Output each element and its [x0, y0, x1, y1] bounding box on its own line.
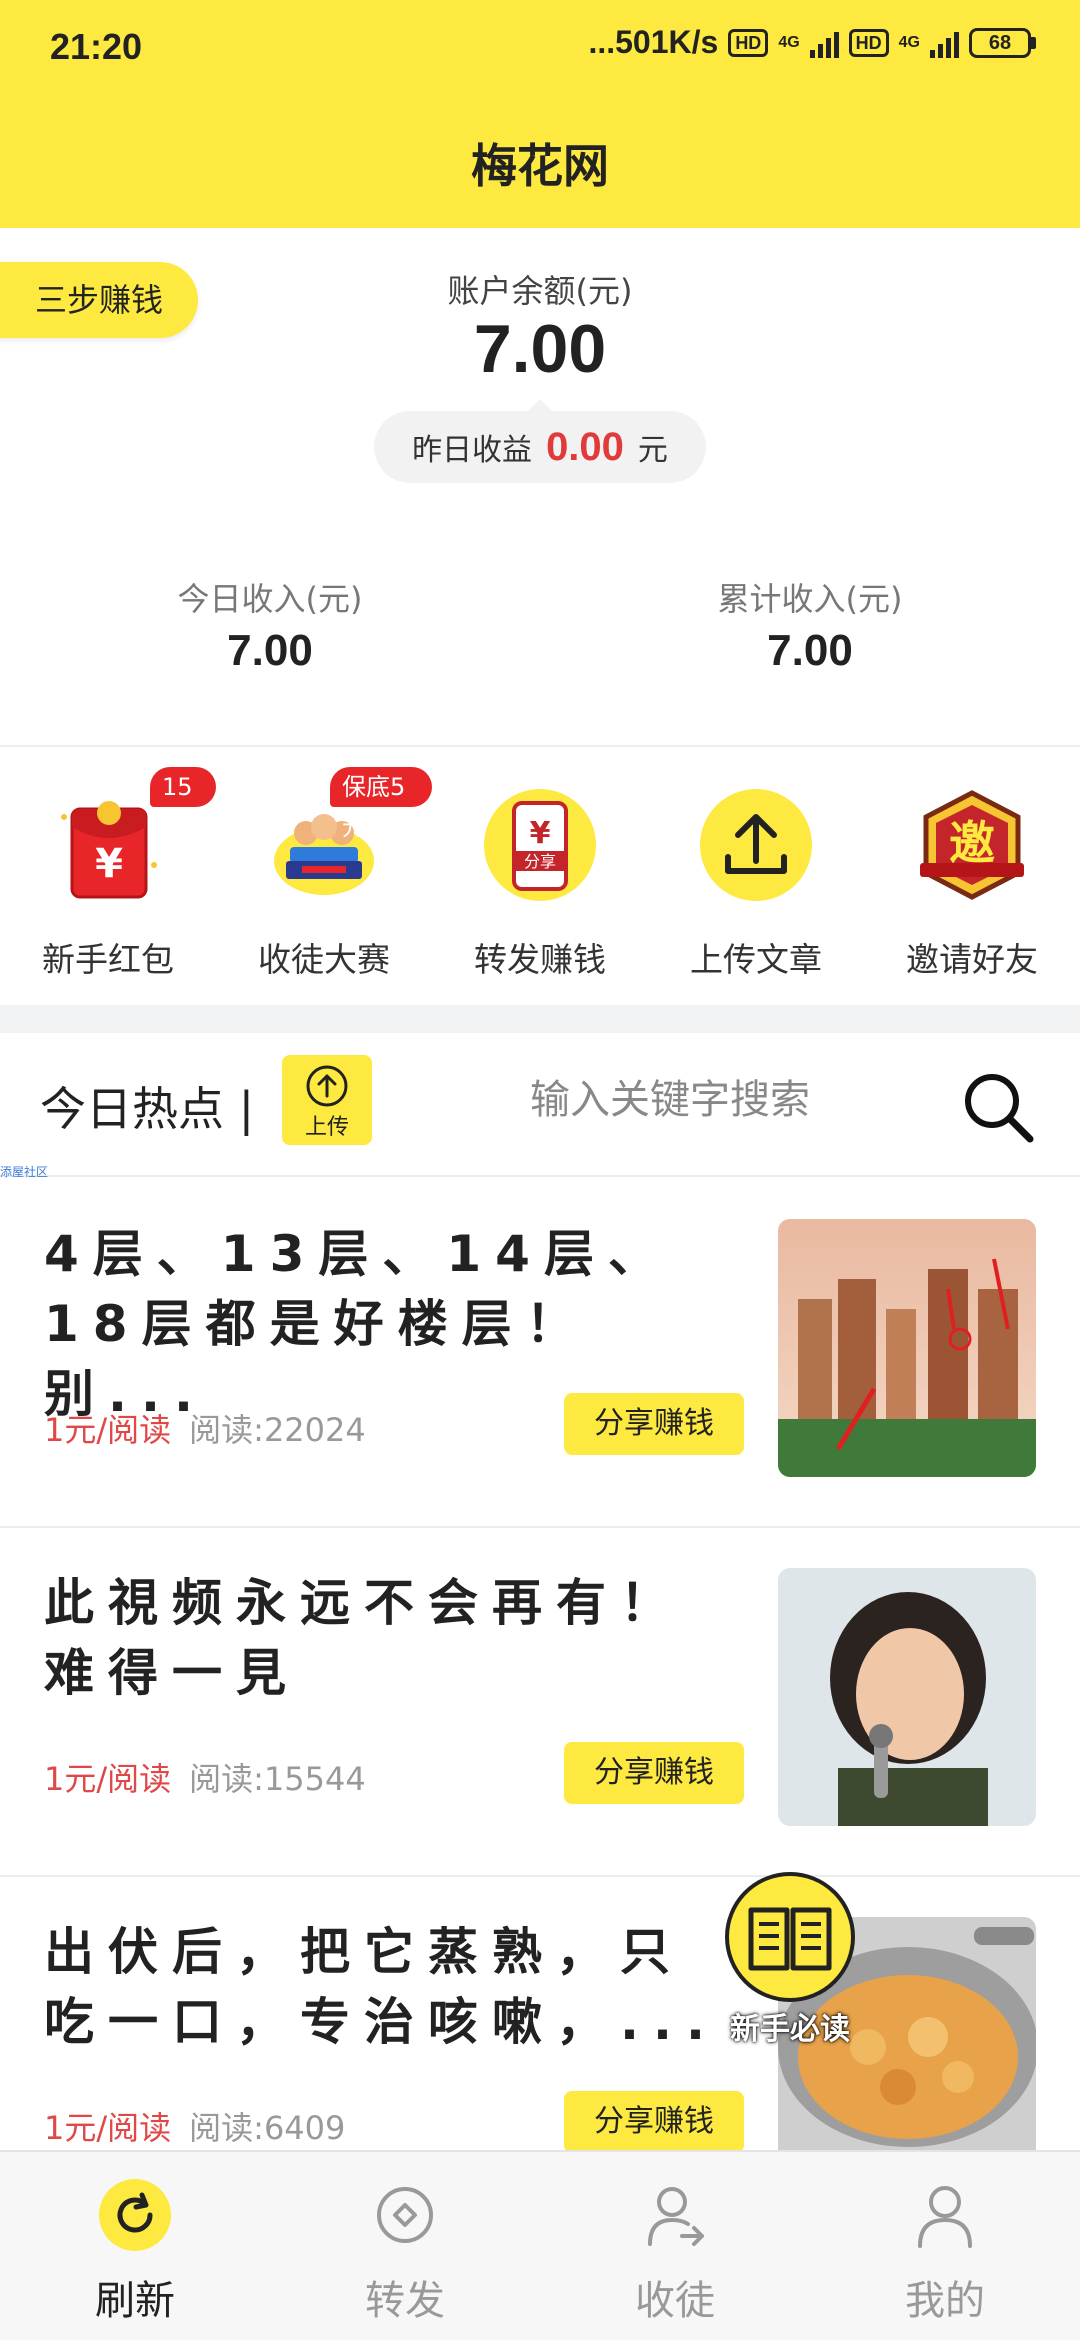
balance-label: 账户余额(元): [447, 272, 633, 310]
yesterday-unit: 元: [637, 433, 668, 468]
nav-forward[interactable]: 转发: [270, 2152, 540, 2340]
share-earn-button[interactable]: 分享赚钱: [564, 2091, 744, 2153]
share-icon-text: 分享: [524, 852, 556, 871]
total-income-label: 累计收入(元): [717, 580, 903, 618]
action-label: 转发赚钱: [474, 940, 606, 979]
today-income-value: 7.00: [227, 626, 313, 675]
phone-share-icon: ¥ 分享: [484, 789, 596, 901]
section-divider: [0, 1005, 1080, 1033]
today-income: 今日收入(元) 7.00: [0, 574, 540, 676]
share-earn-button[interactable]: 分享赚钱: [564, 1393, 744, 1455]
action-label: 上传文章: [690, 940, 822, 979]
svg-text:¥: ¥: [95, 841, 123, 887]
nav-recruit-label: 收徒: [635, 2278, 715, 2324]
total-income: 累计收入(元) 7.00: [540, 574, 1080, 676]
nav-refresh[interactable]: 刷新: [0, 2152, 270, 2340]
hot-topics-title: 今日热点 |: [40, 1082, 255, 1136]
quick-actions: ¥ 15元 新手红包 保底5元 收徒大赛 ¥ 分享 转发赚钱 上传文章 邀 邀请…: [0, 745, 1080, 1005]
status-bar: 21:20 ...501K/s HD 4G HD 4G 68: [0, 0, 1080, 96]
hd-badge-2: HD: [848, 28, 889, 57]
invite-badge-icon: 邀: [920, 790, 1024, 900]
yesterday-value: 0.00: [546, 424, 624, 469]
action-upload-article[interactable]: 上传文章: [648, 747, 864, 1007]
action-new-user-redpacket[interactable]: ¥ 15元 新手红包: [0, 747, 216, 1007]
action-invite-friends[interactable]: 邀 邀请好友: [864, 747, 1080, 1007]
share-earn-button[interactable]: 分享赚钱: [564, 1742, 744, 1804]
user-arrow-icon: [648, 2187, 704, 2246]
article-reads: 阅读:6409: [189, 2109, 346, 2147]
nav-refresh-label: 刷新: [95, 2278, 175, 2324]
article-reads: 阅读:22024: [189, 1411, 366, 1449]
upload-button[interactable]: 上传: [282, 1055, 372, 1145]
recruit-badge: 保底5元: [330, 767, 432, 841]
watermark-text: 添屋社区: [0, 1165, 49, 1179]
invite-icon-text: 邀: [949, 816, 995, 870]
red-envelope-icon: ¥: [61, 801, 157, 899]
battery-level: 68: [969, 27, 1031, 58]
yesterday-label: 昨日收益: [412, 433, 533, 468]
nav-recruit[interactable]: 收徒: [540, 2152, 810, 2340]
diamond-circle-icon: [377, 2187, 433, 2243]
today-income-label: 今日收入(元): [177, 580, 363, 618]
signal-icon-2: [930, 28, 959, 58]
article-reads: 阅读:15544: [189, 1760, 366, 1798]
action-label: 邀请好友: [906, 940, 1038, 979]
upload-icon: [700, 789, 812, 901]
refresh-icon: [99, 2179, 171, 2251]
network-type: 4G: [778, 33, 800, 51]
article-meta: 1元/阅读 阅读:22024: [44, 1405, 366, 1451]
bottom-nav: 刷新 转发 收徒 我的: [0, 2150, 1080, 2340]
nav-mine-label: 我的: [905, 2278, 985, 2324]
search-icon[interactable]: [958, 1067, 1038, 1147]
hot-search-bar: 今日热点 | 上传 添屋社区: [0, 1033, 1080, 1179]
network-type-2: 4G: [898, 33, 920, 51]
action-share-earn[interactable]: ¥ 分享 转发赚钱: [432, 747, 648, 1007]
nav-forward-label: 转发: [365, 2278, 445, 2324]
hd-badge: HD: [728, 28, 769, 57]
svg-text:¥: ¥: [530, 816, 551, 851]
article-rate: 1元/阅读: [44, 1411, 172, 1449]
signal-icon: [809, 28, 839, 58]
upload-arrow-icon: [306, 1065, 348, 1107]
user-icon: [918, 2186, 972, 2248]
action-recruit-contest[interactable]: 保底5元 收徒大赛: [216, 747, 432, 1007]
status-time: 21:20: [50, 26, 143, 67]
upload-button-label: 上传: [304, 1115, 349, 1140]
app-screen: 21:20 ...501K/s HD 4G HD 4G 68 梅花网 三步赚钱 …: [0, 0, 1080, 2340]
book-icon: [725, 1872, 855, 2002]
article-item[interactable]: 此視频永远不会再有！难得一見 1元/阅读 阅读:15544 分享赚钱: [0, 1528, 1080, 1878]
novice-guide-button[interactable]: 新手必读: [720, 1872, 860, 2048]
action-label: 新手红包: [42, 940, 174, 979]
redpacket-badge: 15元: [150, 767, 216, 841]
status-indicators: ...501K/s HD 4G HD 4G 68: [588, 24, 1036, 61]
article-rate: 1元/阅读: [44, 1760, 172, 1798]
novice-guide-label: 新手必读: [730, 2012, 850, 2047]
total-income-value: 7.00: [767, 626, 853, 675]
network-speed: ...501K/s: [588, 24, 719, 60]
article-rate: 1元/阅读: [44, 2109, 172, 2147]
action-label: 收徒大赛: [258, 940, 390, 979]
search-input[interactable]: [420, 1055, 920, 1145]
buildings-photo[interactable]: [778, 1219, 1036, 1477]
battery-icon: 68: [969, 27, 1036, 58]
article-meta: 1元/阅读 阅读:6409: [44, 2103, 345, 2149]
balance-value: 7.00: [473, 311, 607, 387]
yesterday-earnings: 昨日收益 0.00 元: [374, 399, 706, 483]
article-title[interactable]: 出伏后，把它蒸熟，只吃一口，专治咳嗽，...: [44, 1917, 744, 2057]
balance-card: 三步赚钱 账户余额(元) 7.00 昨日收益 0.00 元 今日收入(元) 7.…: [0, 228, 1080, 745]
app-title: 梅花网: [471, 139, 609, 193]
article-title[interactable]: 此視频永远不会再有！难得一見: [44, 1568, 744, 1708]
article-meta: 1元/阅读 阅读:15544: [44, 1754, 366, 1800]
header: 21:20 ...501K/s HD 4G HD 4G 68 梅花网: [0, 0, 1080, 228]
article-item[interactable]: 4层、13层、14层、18层都是好楼层！别... 1元/阅读 阅读:22024 …: [0, 1179, 1080, 1529]
singer-photo[interactable]: [778, 1568, 1036, 1826]
nav-mine[interactable]: 我的: [810, 2152, 1080, 2340]
